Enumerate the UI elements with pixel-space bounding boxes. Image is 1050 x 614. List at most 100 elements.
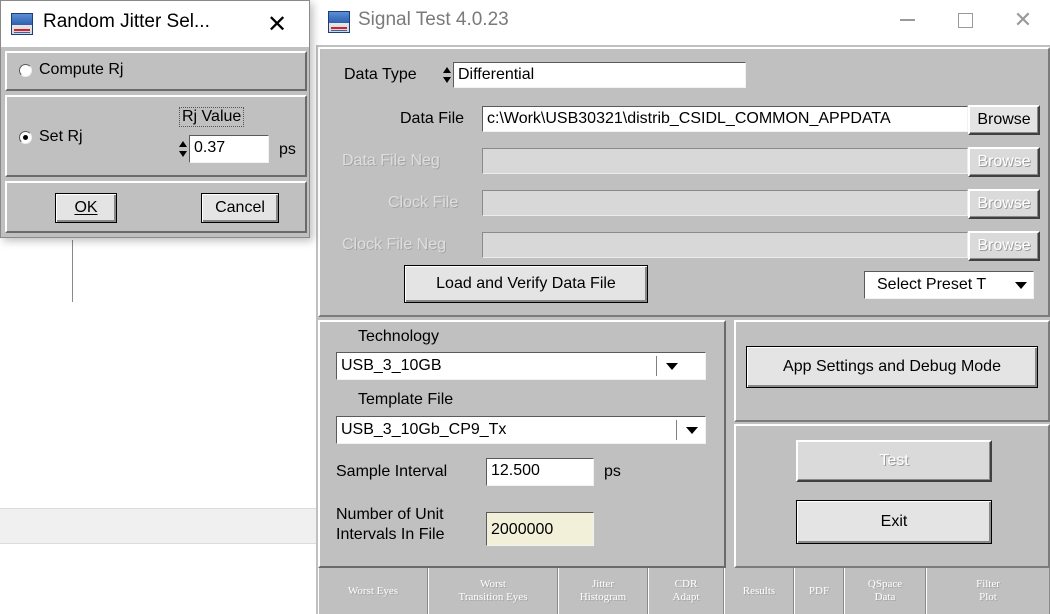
combo-separator [656, 356, 657, 376]
data-file-neg-field[interactable] [482, 148, 968, 174]
tab-label: Data [874, 591, 896, 603]
data-file-label: Data File [400, 110, 465, 127]
data-file-neg-label: Data File Neg [342, 152, 440, 169]
data-type-spinner[interactable] [443, 65, 451, 87]
compute-rj-radio[interactable] [19, 64, 32, 77]
template-file-select[interactable]: USB_3_10Gb_CP9_Tx [336, 416, 706, 444]
browse-clock-file-button[interactable]: Browse [968, 189, 1040, 219]
dialog-close-button[interactable]: ✕ [257, 7, 297, 41]
configuration-panel: Technology USB_3_10GB Template File USB_… [318, 320, 726, 568]
app-settings-label: App Settings and Debug Mode [783, 358, 1001, 375]
combo-separator [676, 420, 677, 440]
tab-results[interactable]: Results [724, 568, 794, 614]
window-title: Signal Test 4.0.23 [358, 9, 509, 30]
random-jitter-dialog: Random Jitter Sel... ✕ Compute Rj Set Rj… [0, 0, 310, 238]
exit-label: Exit [880, 513, 908, 530]
clock-file-neg-label: Clock File Neg [342, 236, 447, 253]
tab-jitter-histogram[interactable]: Jitter Histogram [558, 568, 648, 614]
ok-label: OK [74, 199, 98, 216]
rj-value-spinner[interactable] [179, 139, 187, 161]
ui-count-field: 2000000 [486, 512, 594, 546]
maximize-button[interactable] [942, 0, 988, 40]
result-tabs: Worst Eyes Worst Transition Eyes Jitter Hi… [318, 568, 1050, 614]
preset-select-value: Select Preset T [877, 276, 987, 293]
maximize-icon [957, 12, 973, 28]
test-button[interactable]: Test [796, 440, 992, 482]
sample-interval-label: Sample Interval [336, 463, 448, 480]
tab-label: QSpace [867, 578, 903, 590]
dialog-title: Random Jitter Sel... [43, 11, 210, 32]
clock-file-neg-field[interactable] [482, 232, 968, 258]
compute-rj-label: Compute Rj [39, 61, 124, 78]
close-icon: ✕ [1013, 7, 1033, 33]
dialog-buttons-group: OK Cancel [5, 181, 307, 233]
app-icon [11, 13, 33, 35]
sample-interval-unit: ps [604, 463, 621, 480]
set-rj-radio[interactable] [19, 131, 32, 144]
tab-label: Transition Eyes [458, 591, 528, 603]
data-file-panel: Data Type Differential Data File c:\Work… [318, 47, 1050, 317]
compute-rj-group: Compute Rj [5, 51, 307, 91]
settings-panel: App Settings and Debug Mode [734, 320, 1050, 422]
rj-value-field[interactable]: 0.37 [189, 135, 269, 163]
run-panel: Test Exit [734, 424, 1050, 568]
tab-cdr-adapt[interactable]: CDR Adapt [648, 568, 724, 614]
chevron-down-icon [1010, 274, 1032, 296]
background-status-bar [0, 508, 316, 544]
set-rj-label: Set Rj [39, 128, 83, 145]
set-rj-group: Set Rj Rj Value 0.37 ps [5, 95, 307, 177]
rj-value-unit: ps [279, 141, 296, 158]
load-verify-button[interactable]: Load and Verify Data File [404, 265, 648, 303]
browse-clock-file-neg-button[interactable]: Browse [968, 231, 1040, 261]
dialog-title-bar[interactable]: Random Jitter Sel... ✕ [1, 1, 309, 47]
clock-file-label: Clock File [388, 194, 459, 211]
close-icon: ✕ [266, 10, 288, 38]
data-type-field[interactable]: Differential [453, 62, 746, 88]
tab-pdf[interactable]: PDF [794, 568, 844, 614]
technology-select[interactable]: USB_3_10GB [336, 352, 706, 380]
chevron-down-icon [681, 419, 703, 441]
background-divider [72, 240, 73, 302]
chevron-down-icon [661, 355, 683, 377]
test-label: Test [879, 452, 909, 469]
tab-label: Histogram [579, 591, 627, 603]
signal-test-window: Signal Test 4.0.23 ✕ Data Type Different… [316, 0, 1050, 614]
close-button[interactable]: ✕ [1000, 0, 1046, 40]
tab-label: Worst Eyes [347, 584, 399, 597]
clock-file-field[interactable] [482, 190, 968, 216]
minimize-icon [899, 19, 915, 21]
tab-filter-plot[interactable]: Filter Plot [926, 568, 1050, 614]
data-type-label: Data Type [344, 66, 417, 83]
preset-select[interactable]: Select Preset T [864, 271, 1034, 299]
tab-label: CDR [674, 578, 698, 590]
browse-data-file-neg-button[interactable]: Browse [968, 147, 1040, 177]
load-verify-label: Load and Verify Data File [436, 275, 616, 292]
tab-qspace-data[interactable]: QSpace Data [844, 568, 926, 614]
template-file-label: Template File [358, 391, 454, 408]
template-file-value: USB_3_10Gb_CP9_Tx [341, 421, 507, 438]
tab-label: PDF [808, 584, 830, 597]
tab-label: Plot [979, 591, 997, 603]
browse-data-file-button[interactable]: Browse [968, 105, 1040, 135]
sample-interval-field[interactable]: 12.500 [486, 458, 594, 486]
technology-label: Technology [358, 328, 439, 345]
tab-label: Results [742, 584, 776, 597]
tab-label: Jitter [591, 578, 614, 590]
ui-count-label-1: Number of Unit [336, 506, 444, 523]
tab-worst-eyes[interactable]: Worst Eyes [318, 568, 428, 614]
tab-label: Adapt [672, 591, 700, 603]
cancel-button[interactable]: Cancel [201, 193, 279, 223]
exit-button[interactable]: Exit [796, 500, 992, 544]
minimize-button[interactable] [884, 0, 930, 40]
tab-label: Filter [976, 578, 1000, 590]
tab-label: Worst [479, 578, 506, 590]
tab-worst-transition-eyes[interactable]: Worst Transition Eyes [428, 568, 558, 614]
app-icon [328, 11, 350, 33]
title-bar[interactable]: Signal Test 4.0.23 ✕ [316, 0, 1050, 45]
ok-button[interactable]: OK [55, 193, 117, 223]
cancel-label: Cancel [215, 199, 265, 216]
ui-count-label-2: Intervals In File [336, 526, 445, 543]
app-settings-button[interactable]: App Settings and Debug Mode [746, 346, 1038, 388]
data-file-field[interactable]: c:\Work\USB30321\distrib_CSIDL_COMMON_AP… [482, 106, 968, 132]
rj-value-label: Rj Value [179, 107, 245, 127]
